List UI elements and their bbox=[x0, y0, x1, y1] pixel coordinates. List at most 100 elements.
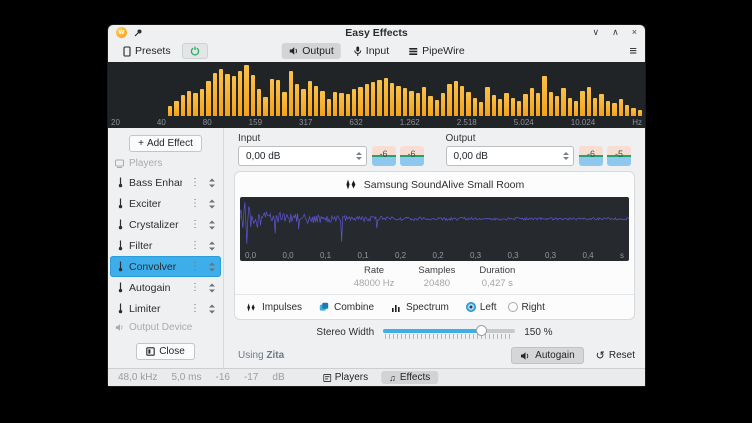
output-label: Output bbox=[446, 133, 632, 144]
sidebar-item-limiter[interactable]: Limiter⋮ bbox=[110, 298, 221, 319]
close-button[interactable]: Close bbox=[136, 343, 195, 360]
spinbox-arrows-icon[interactable] bbox=[563, 152, 569, 160]
spectrum-bar bbox=[320, 91, 324, 117]
spectrum-icon bbox=[391, 303, 401, 312]
output-gain-value: 0,00 dB bbox=[454, 151, 488, 162]
spectrum-bar bbox=[447, 84, 451, 116]
tab-input[interactable]: Input bbox=[347, 43, 396, 59]
samples-value: 20480 bbox=[418, 278, 455, 289]
output-device-label: Output Device bbox=[129, 322, 192, 333]
spectrum-bar bbox=[314, 86, 318, 116]
sidebar-item-exciter[interactable]: Exciter⋮ bbox=[110, 193, 221, 214]
spinbox-arrows-icon[interactable] bbox=[356, 152, 362, 160]
slider-handle[interactable] bbox=[476, 325, 487, 336]
time-tick-label: 0,4 bbox=[583, 251, 594, 260]
pipewire-icon bbox=[409, 47, 418, 56]
autogain-label: Autogain bbox=[535, 350, 574, 361]
spectrum-axis-label: 80 bbox=[203, 118, 212, 127]
close-window-button[interactable]: × bbox=[632, 25, 637, 40]
drag-handle-icon[interactable] bbox=[208, 220, 216, 230]
effect-icon bbox=[117, 282, 124, 293]
reset-label: Reset bbox=[609, 350, 635, 361]
drag-handle-icon[interactable] bbox=[208, 262, 216, 272]
presets-button[interactable]: Presets bbox=[116, 43, 178, 59]
effect-menu-button[interactable]: ⋮ bbox=[187, 282, 203, 293]
spectrum-bar bbox=[422, 87, 426, 116]
spectrum-bar bbox=[263, 97, 267, 116]
level-meter-value: -6 bbox=[400, 149, 424, 159]
spectrum-bar bbox=[580, 91, 584, 117]
channel-right-radio[interactable]: Right bbox=[508, 302, 545, 313]
sidebar-item-convolver[interactable]: Convolver⋮ bbox=[110, 256, 221, 277]
time-tick-label: 0,1 bbox=[320, 251, 331, 260]
drag-handle-icon[interactable] bbox=[208, 199, 216, 209]
spectrum-bar bbox=[308, 81, 312, 116]
spectrum-bar bbox=[371, 82, 375, 116]
tab-output[interactable]: Output bbox=[281, 43, 341, 59]
players-tab-icon bbox=[323, 374, 331, 382]
tab-players[interactable]: Players bbox=[315, 371, 376, 384]
effect-menu-button[interactable]: ⋮ bbox=[187, 198, 203, 209]
tab-input-label: Input bbox=[366, 45, 389, 57]
menu-button[interactable]: ≡ bbox=[629, 41, 637, 61]
close-label: Close bbox=[159, 346, 185, 357]
time-tick-label: s bbox=[620, 251, 624, 260]
maximize-button[interactable]: ∧ bbox=[612, 25, 619, 40]
tab-effects[interactable]: ♫ Effects bbox=[381, 371, 438, 384]
spectrum-bar bbox=[377, 80, 381, 116]
drag-handle-icon[interactable] bbox=[208, 241, 216, 251]
spectrum-bar bbox=[251, 75, 255, 116]
effect-menu-button[interactable]: ⋮ bbox=[187, 303, 203, 314]
input-meters: -6-6 bbox=[372, 146, 424, 166]
spectrum-bar bbox=[435, 100, 439, 116]
players-header: Players bbox=[108, 155, 223, 172]
combine-icon bbox=[319, 302, 329, 312]
spectrum-bar bbox=[384, 78, 388, 116]
effect-menu-button[interactable]: ⋮ bbox=[187, 261, 203, 272]
drag-handle-icon[interactable] bbox=[208, 178, 216, 188]
stereo-width-value: 150 % bbox=[524, 327, 552, 338]
reset-icon: ↺ bbox=[596, 351, 605, 361]
output-level-group: Output 0,00 dB -6-5 bbox=[446, 133, 632, 166]
titlebar[interactable]: Easy Effects w ∨ ∧ × bbox=[108, 25, 645, 40]
stereo-width-label: Stereo Width bbox=[316, 327, 374, 338]
effect-menu-button[interactable]: ⋮ bbox=[187, 219, 203, 230]
spectrum-bar bbox=[219, 69, 223, 116]
sidebar-item-filter[interactable]: Filter⋮ bbox=[110, 235, 221, 256]
radio-unselected-icon bbox=[508, 302, 518, 312]
tab-pipewire[interactable]: PipeWire bbox=[402, 43, 472, 59]
add-effect-button[interactable]: + Add Effect bbox=[129, 135, 202, 152]
drag-handle-icon[interactable] bbox=[208, 283, 216, 293]
drag-handle-icon[interactable] bbox=[208, 304, 216, 314]
channel-left-radio[interactable]: Left bbox=[466, 302, 497, 313]
combine-button[interactable]: Combine bbox=[319, 302, 374, 313]
sidebar-item-autogain[interactable]: Autogain⋮ bbox=[110, 277, 221, 298]
effect-menu-button[interactable]: ⋮ bbox=[187, 177, 203, 188]
spectrum-bar bbox=[574, 101, 578, 116]
spectrum-bar bbox=[232, 76, 236, 116]
reset-button[interactable]: ↺ Reset bbox=[596, 350, 635, 361]
spectrum-bar bbox=[568, 98, 572, 116]
players-icon bbox=[115, 159, 124, 168]
spectrum-axis-label: 20 bbox=[111, 118, 120, 127]
effect-menu-button[interactable]: ⋮ bbox=[187, 240, 203, 251]
sidebar-item-bass-enhancer[interactable]: Bass Enhancer⋮ bbox=[110, 172, 221, 193]
autogain-button[interactable]: Autogain bbox=[511, 347, 583, 364]
duration-header: Duration bbox=[479, 265, 515, 276]
spectrum-toggle[interactable]: Spectrum bbox=[391, 302, 449, 313]
effect-icon bbox=[117, 198, 124, 209]
stat-value: dB bbox=[272, 372, 284, 383]
output-gain-spinbox[interactable]: 0,00 dB bbox=[446, 146, 575, 166]
impulses-icon bbox=[246, 303, 257, 312]
global-bypass-button[interactable] bbox=[182, 43, 208, 59]
input-gain-spinbox[interactable]: 0,00 dB bbox=[238, 146, 367, 166]
spectrum-bar bbox=[365, 84, 369, 116]
stereo-width-slider[interactable] bbox=[383, 326, 515, 340]
input-level-group: Input 0,00 dB -6-6 bbox=[238, 133, 424, 166]
spectrum-bar bbox=[638, 110, 642, 116]
impulses-button[interactable]: Impulses bbox=[246, 302, 302, 313]
spectrum-bar bbox=[498, 99, 502, 116]
sidebar-item-crystalizer[interactable]: Crystalizer⋮ bbox=[110, 214, 221, 235]
impulse-icon bbox=[345, 179, 358, 190]
minimize-button[interactable]: ∨ bbox=[593, 25, 600, 40]
